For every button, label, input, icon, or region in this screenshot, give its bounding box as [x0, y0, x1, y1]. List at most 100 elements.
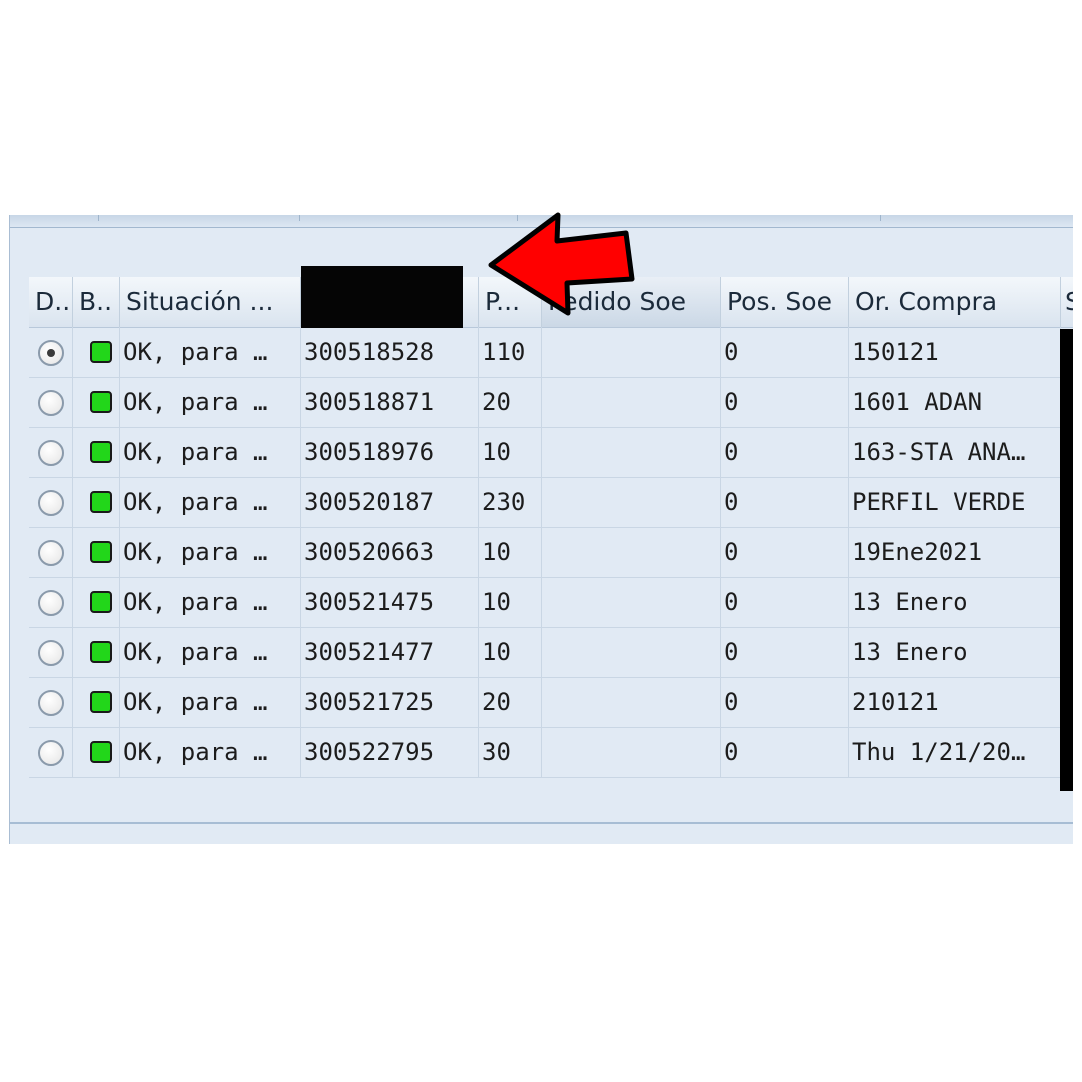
cell-position[interactable]: 20	[479, 377, 542, 427]
green-status-icon	[90, 691, 112, 713]
column-header-or-compra[interactable]: Or. Compra	[849, 277, 1061, 327]
cell-situacion[interactable]: OK, para …	[120, 727, 301, 777]
radio-button-icon[interactable]	[38, 740, 64, 766]
cell-document-number[interactable]: 300518528	[301, 327, 479, 377]
cell-pedido-soe[interactable]	[542, 727, 721, 777]
cell-status	[73, 377, 120, 427]
cell-select	[29, 327, 73, 377]
cell-pos-soe[interactable]: 0	[721, 577, 849, 627]
cell-pos-soe[interactable]: 0	[721, 627, 849, 677]
cell-position[interactable]: 10	[479, 527, 542, 577]
redaction-strip	[1060, 329, 1073, 791]
cell-pedido-soe[interactable]	[542, 427, 721, 477]
column-header-situacion[interactable]: Situación ...	[120, 277, 301, 327]
cell-situacion[interactable]: OK, para …	[120, 577, 301, 627]
cell-status	[73, 677, 120, 727]
column-header-s[interactable]: S	[1061, 277, 1073, 327]
cell-or-compra[interactable]: PERFIL VERDE	[849, 477, 1061, 527]
radio-button-icon[interactable]	[38, 690, 64, 716]
cell-or-compra[interactable]: 1601 ADAN	[849, 377, 1061, 427]
cell-document-number[interactable]: 300520187	[301, 477, 479, 527]
cell-position[interactable]: 10	[479, 577, 542, 627]
cell-pedido-soe[interactable]	[542, 377, 721, 427]
cell-select	[29, 677, 73, 727]
cell-position[interactable]: 230	[479, 477, 542, 527]
table-row[interactable]: OK, para … 300518528 110 0 150121	[29, 327, 1073, 378]
cell-situacion[interactable]: OK, para …	[120, 677, 301, 727]
green-status-icon	[90, 341, 112, 363]
panel-bottom-border	[10, 822, 1073, 824]
cell-document-number[interactable]: 300521477	[301, 627, 479, 677]
cell-or-compra[interactable]: 13 Enero	[849, 577, 1061, 627]
cell-pos-soe[interactable]: 0	[721, 427, 849, 477]
green-status-icon	[90, 741, 112, 763]
cell-pedido-soe[interactable]	[542, 577, 721, 627]
cell-pos-soe[interactable]: 0	[721, 727, 849, 777]
table-row[interactable]: OK, para … 300521725 20 0 210121	[29, 677, 1073, 728]
cell-or-compra[interactable]: 13 Enero	[849, 627, 1061, 677]
cell-document-number[interactable]: 300518871	[301, 377, 479, 427]
radio-button-icon[interactable]	[38, 340, 64, 366]
cell-select	[29, 527, 73, 577]
cell-situacion[interactable]: OK, para …	[120, 627, 301, 677]
cell-situacion[interactable]: OK, para …	[120, 427, 301, 477]
cell-position[interactable]: 10	[479, 427, 542, 477]
table-row[interactable]: OK, para … 300521475 10 0 13 Enero	[29, 577, 1073, 628]
cell-situacion[interactable]: OK, para …	[120, 327, 301, 377]
cell-status	[73, 477, 120, 527]
table-row[interactable]: OK, para … 300520663 10 0 19Ene2021	[29, 527, 1073, 578]
cell-document-number[interactable]: 300521475	[301, 577, 479, 627]
table-row[interactable]: OK, para … 300521477 10 0 13 Enero	[29, 627, 1073, 678]
radio-button-icon[interactable]	[38, 390, 64, 416]
column-header-pos-soe[interactable]: Pos. Soe	[721, 277, 849, 327]
radio-button-icon[interactable]	[38, 540, 64, 566]
cell-or-compra[interactable]: 19Ene2021	[849, 527, 1061, 577]
cell-position[interactable]: 10	[479, 627, 542, 677]
column-header-b[interactable]: B..	[73, 277, 120, 327]
cell-or-compra[interactable]: 210121	[849, 677, 1061, 727]
cell-status	[73, 727, 120, 777]
cell-or-compra[interactable]: 150121	[849, 327, 1061, 377]
cell-pedido-soe[interactable]	[542, 677, 721, 727]
cell-status	[73, 627, 120, 677]
cell-pos-soe[interactable]: 0	[721, 527, 849, 577]
cell-pedido-soe[interactable]	[542, 327, 721, 377]
cell-pos-soe[interactable]: 0	[721, 677, 849, 727]
cell-status	[73, 427, 120, 477]
cell-pedido-soe[interactable]	[542, 627, 721, 677]
radio-button-icon[interactable]	[38, 440, 64, 466]
table-row[interactable]: OK, para … 300520187 230 0 PERFIL VERDE	[29, 477, 1073, 528]
cell-pos-soe[interactable]: 0	[721, 377, 849, 427]
cell-status	[73, 527, 120, 577]
green-status-icon	[90, 641, 112, 663]
cell-position[interactable]: 30	[479, 727, 542, 777]
cell-select	[29, 377, 73, 427]
table-row[interactable]: OK, para … 300522795 30 0 Thu 1/21/20…	[29, 727, 1073, 778]
cell-document-number[interactable]: 300520663	[301, 527, 479, 577]
table-row[interactable]: OK, para … 300518976 10 0 163-STA ANA…	[29, 427, 1073, 478]
radio-button-icon[interactable]	[38, 590, 64, 616]
table-row[interactable]: OK, para … 300518871 20 0 1601 ADAN	[29, 377, 1073, 428]
cell-pedido-soe[interactable]	[542, 477, 721, 527]
cell-select	[29, 727, 73, 777]
cell-position[interactable]: 20	[479, 677, 542, 727]
cell-select	[29, 477, 73, 527]
cell-pedido-soe[interactable]	[542, 527, 721, 577]
cell-pos-soe[interactable]: 0	[721, 477, 849, 527]
cell-pos-soe[interactable]: 0	[721, 327, 849, 377]
cell-status	[73, 327, 120, 377]
cell-document-number[interactable]: 300518976	[301, 427, 479, 477]
cell-situacion[interactable]: OK, para …	[120, 377, 301, 427]
radio-button-icon[interactable]	[38, 490, 64, 516]
cell-document-number[interactable]: 300521725	[301, 677, 479, 727]
cell-or-compra[interactable]: 163-STA ANA…	[849, 427, 1061, 477]
column-header-d[interactable]: D..	[29, 277, 73, 327]
radio-button-icon[interactable]	[38, 640, 64, 666]
cell-document-number[interactable]: 300522795	[301, 727, 479, 777]
cell-position[interactable]: 110	[479, 327, 542, 377]
cell-situacion[interactable]: OK, para …	[120, 477, 301, 527]
cell-situacion[interactable]: OK, para …	[120, 527, 301, 577]
green-status-icon	[90, 441, 112, 463]
cell-or-compra[interactable]: Thu 1/21/20…	[849, 727, 1061, 777]
cell-select	[29, 627, 73, 677]
